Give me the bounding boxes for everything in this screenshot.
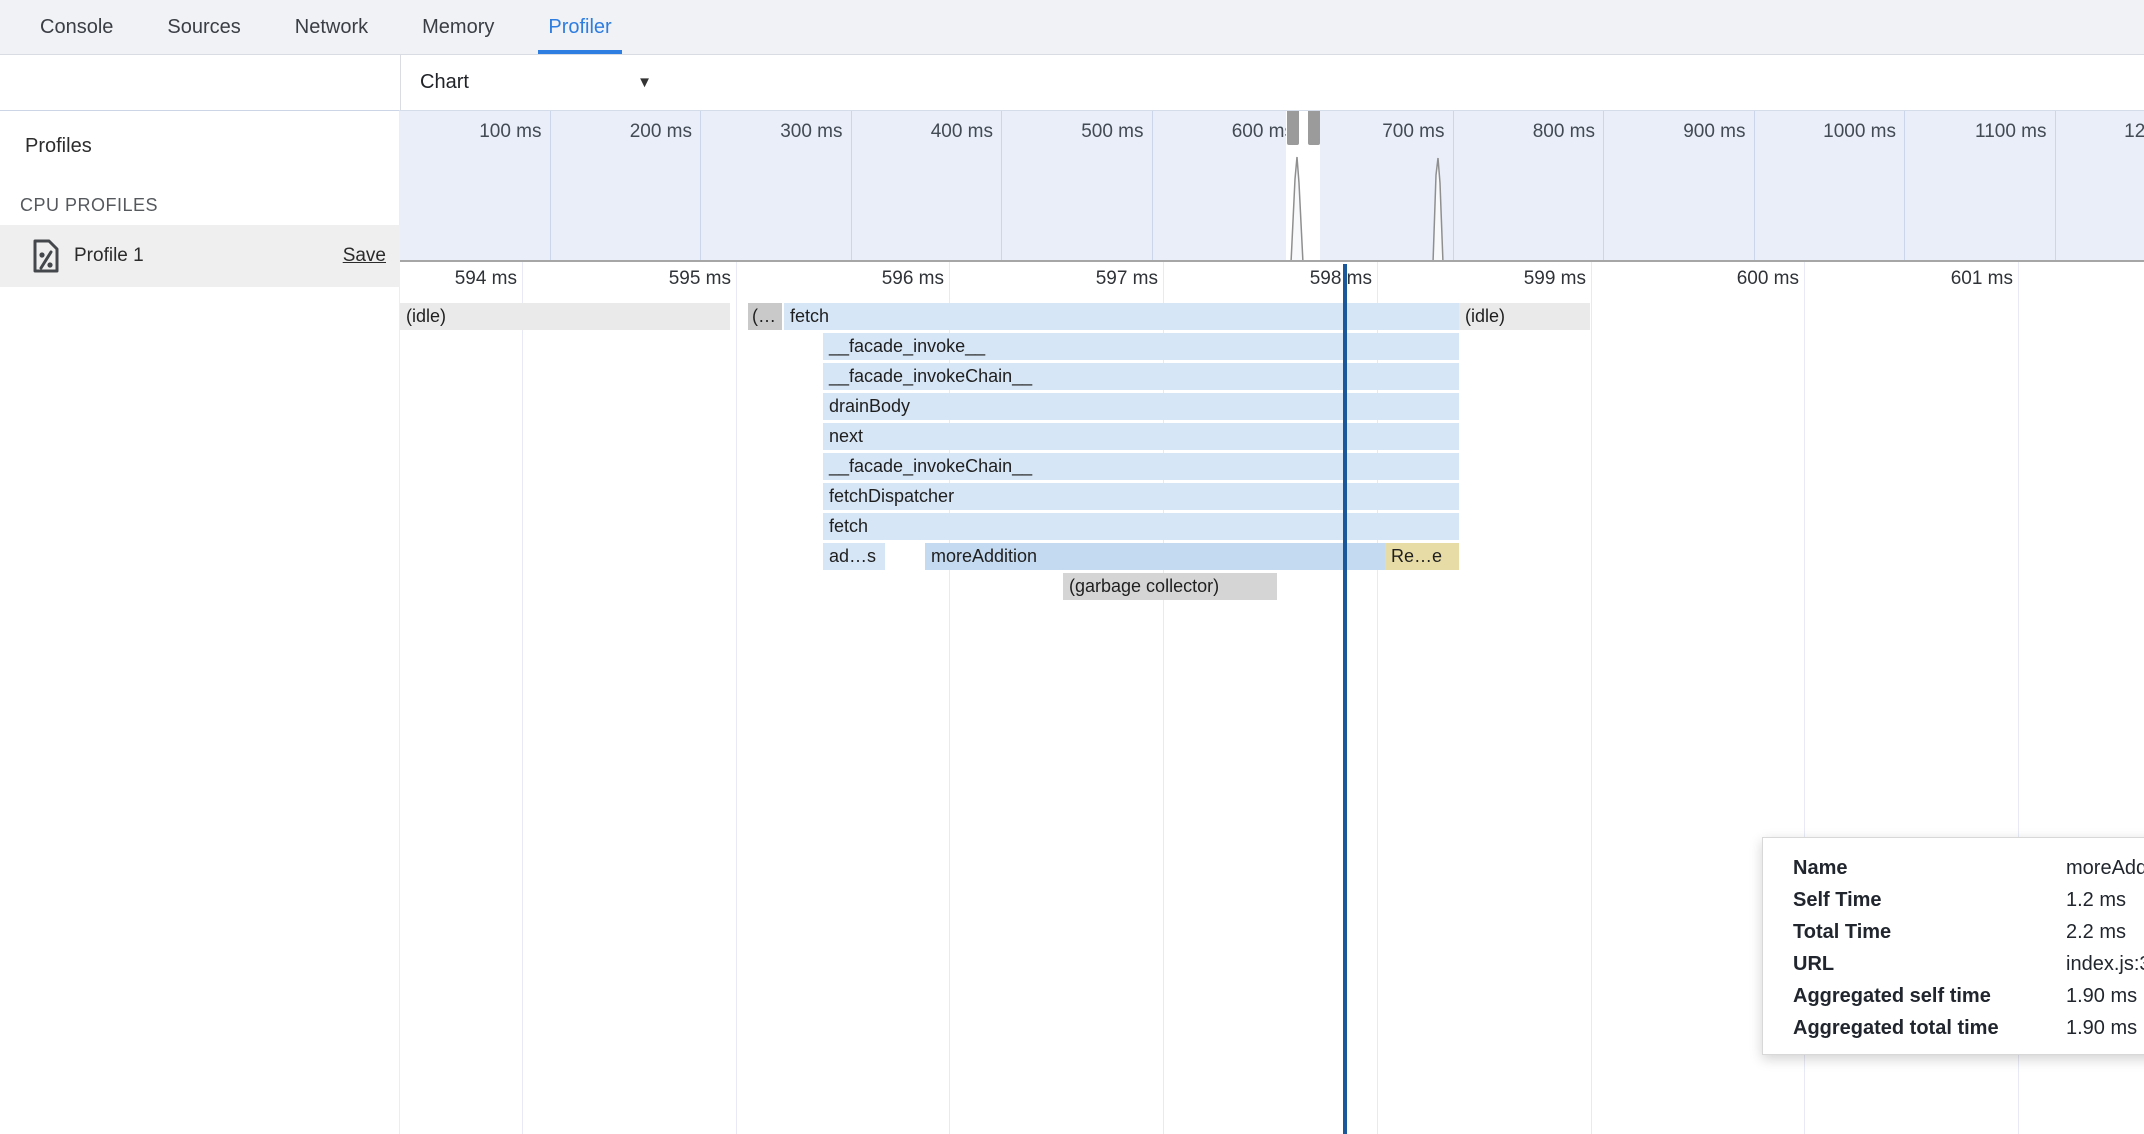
- flame-bar-next[interactable]: next: [823, 423, 1459, 450]
- tooltip-label: Total Time: [1793, 921, 2066, 944]
- tooltip-row-name: NamemoreAddition: [1793, 852, 2144, 884]
- flame-bar-garbagecollector[interactable]: (garbage collector): [1063, 573, 1277, 600]
- toolbar-divider: [400, 55, 401, 110]
- flame-bar-fetch[interactable]: fetch: [784, 303, 1459, 330]
- flame-bar-idle[interactable]: (idle): [400, 303, 730, 330]
- profile-document-icon: [30, 238, 62, 274]
- flame-bar-idle[interactable]: (idle): [1459, 303, 1590, 330]
- ruler-label-596ms: 596 ms: [794, 268, 944, 290]
- ruler-label-595ms: 595 ms: [581, 268, 731, 290]
- ruler-label-601ms: 601 ms: [1863, 268, 2013, 290]
- selection-handle-right[interactable]: [1308, 111, 1320, 145]
- flame-bar-[interactable]: (…: [748, 303, 782, 330]
- timeline-overview[interactable]: 100 ms200 ms300 ms400 ms500 ms600 ms700 …: [400, 110, 2144, 262]
- tooltip-value: moreAddition: [2066, 857, 2144, 880]
- flame-bar-moreaddition[interactable]: moreAddition: [925, 543, 1385, 570]
- gridline-599ms: [1591, 262, 1592, 1134]
- tab-console[interactable]: Console: [30, 0, 123, 54]
- tab-sources[interactable]: Sources: [157, 0, 250, 54]
- ruler-label-599ms: 599 ms: [1436, 268, 1586, 290]
- tab-profiler[interactable]: Profiler: [538, 0, 621, 54]
- profiler-toolbar: [0, 55, 2144, 110]
- tooltip-value: 2.2 ms: [2066, 921, 2126, 944]
- ruler-label-598ms: 598 ms: [1222, 268, 1372, 290]
- flame-bar-ree[interactable]: Re…e: [1385, 543, 1459, 570]
- tooltip-row-aggregated-total-time: Aggregated total time1.90 ms: [1793, 1012, 2144, 1044]
- chevron-down-icon: ▼: [637, 74, 652, 91]
- tab-network[interactable]: Network: [285, 0, 378, 54]
- flame-chart[interactable]: 594 ms 595 ms 596 ms 597 ms 598 ms 599 ms 600 …: [400, 262, 2144, 1134]
- profile-name: Profile 1: [74, 245, 144, 267]
- ruler-label-597ms: 597 ms: [1008, 268, 1158, 290]
- flame-bar-ads[interactable]: ad…s: [823, 543, 885, 570]
- flame-bar-fetch[interactable]: fetch: [823, 513, 1459, 540]
- flame-bar-drainbody[interactable]: drainBody: [823, 393, 1459, 420]
- tab-memory[interactable]: Memory: [412, 0, 504, 54]
- tooltip-row-url: URLindex.js:33: [1793, 948, 2144, 980]
- frame-details-tooltip: NamemoreAdditionSelf Time1.2 msTotal Tim…: [1762, 837, 2144, 1055]
- flame-bar-facadeinvokechain[interactable]: __facade_invokeChain__: [823, 363, 1459, 390]
- tooltip-value: index.js:33: [2066, 953, 2144, 976]
- time-marker-line: [1343, 264, 1347, 1134]
- view-mode-dropdown[interactable]: Chart ▼: [420, 55, 652, 110]
- sidebar-item-profile-1[interactable]: Profile 1 Save: [0, 225, 400, 287]
- selection-handle-left[interactable]: [1287, 111, 1299, 145]
- flame-bar-fetchdispatcher[interactable]: fetchDispatcher: [823, 483, 1459, 510]
- tooltip-row-self-time: Self Time1.2 ms: [1793, 884, 2144, 916]
- sidebar-title: Profiles: [25, 135, 92, 158]
- flame-bar-facadeinvokechain[interactable]: __facade_invokeChain__: [823, 453, 1459, 480]
- tooltip-label: Aggregated total time: [1793, 1017, 2066, 1040]
- tooltip-value: 1.90 ms: [2066, 985, 2137, 1008]
- ruler-label-594ms: 594 ms: [400, 268, 517, 290]
- ruler-label-600ms: 600 ms: [1649, 268, 1799, 290]
- tab-bar: Console Sources Network Memory Profiler: [0, 0, 2144, 55]
- save-profile-link[interactable]: Save: [343, 245, 386, 267]
- tooltip-value: 1.90 ms: [2066, 1017, 2137, 1040]
- tooltip-label: Name: [1793, 857, 2066, 880]
- cpu-activity-spikes: [400, 111, 2144, 262]
- tooltip-row-total-time: Total Time2.2 ms: [1793, 916, 2144, 948]
- flame-bar-facadeinvoke[interactable]: __facade_invoke__: [823, 333, 1459, 360]
- cpu-profiles-section-heading: CPU PROFILES: [20, 195, 158, 216]
- view-mode-label: Chart: [420, 71, 469, 94]
- tooltip-value: 1.2 ms: [2066, 889, 2126, 912]
- gridline-595ms: [736, 262, 737, 1134]
- tooltip-label: Self Time: [1793, 889, 2066, 912]
- tooltip-row-aggregated-self-time: Aggregated self time1.90 ms: [1793, 980, 2144, 1012]
- tooltip-label: Aggregated self time: [1793, 985, 2066, 1008]
- tooltip-label: URL: [1793, 953, 2066, 976]
- gridline-594ms: [522, 262, 523, 1134]
- profiles-sidebar: Profiles CPU PROFILES Profile 1 Save: [0, 110, 400, 1134]
